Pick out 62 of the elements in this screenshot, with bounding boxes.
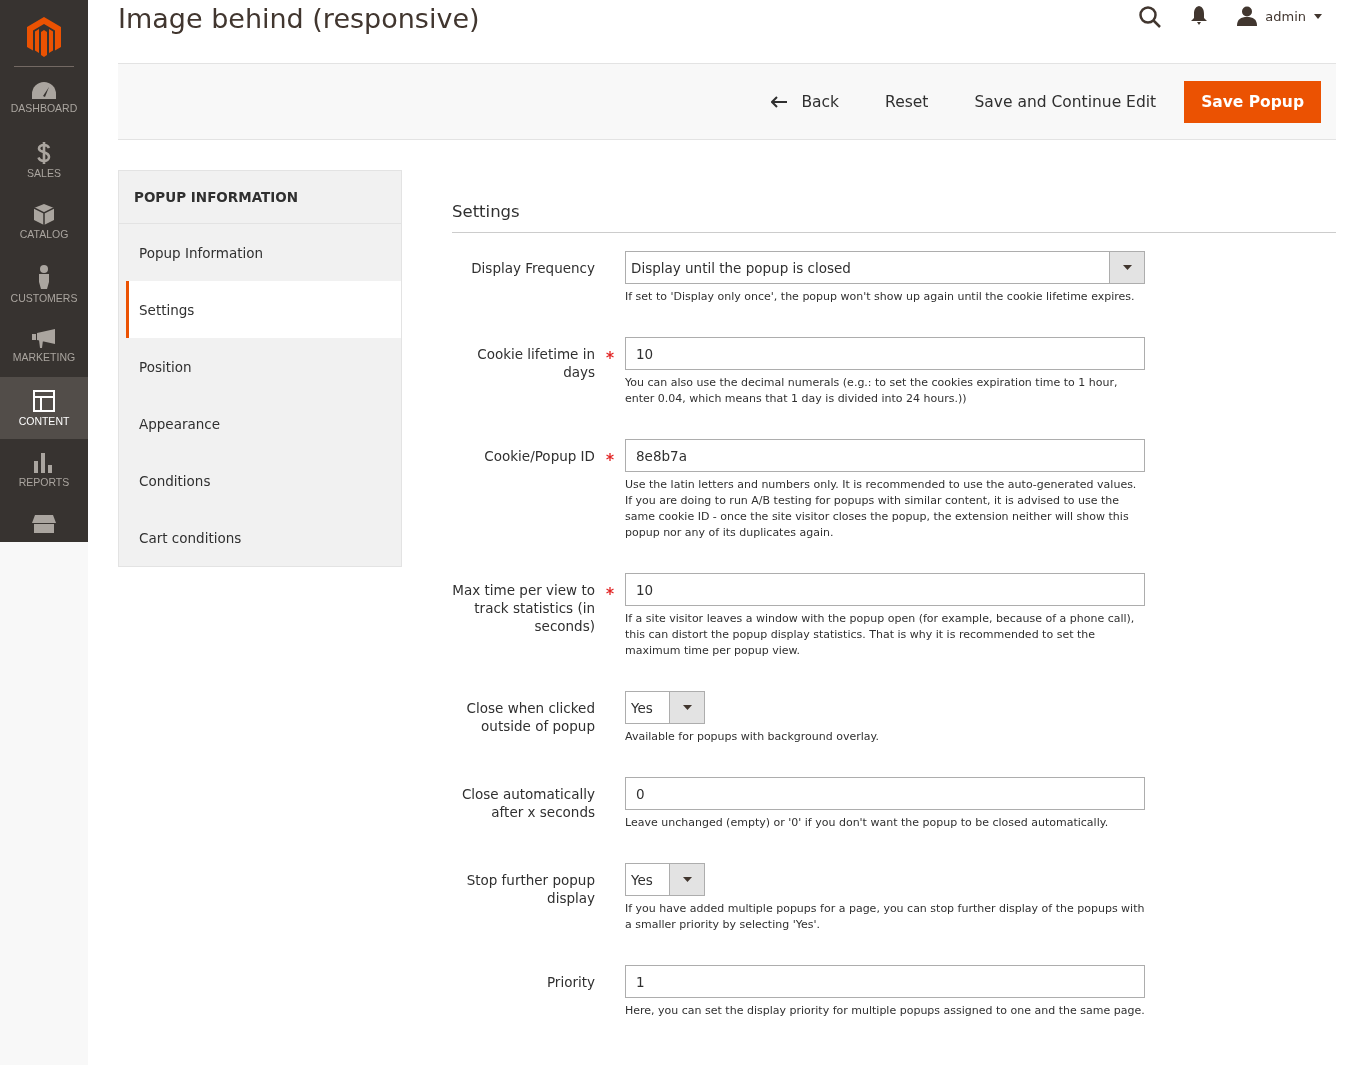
input-field[interactable]: 8e8b7a xyxy=(625,439,1145,472)
tab[interactable]: Conditions xyxy=(119,452,401,509)
save-button[interactable]: Save Popup xyxy=(1184,80,1321,123)
select-field[interactable]: Yes xyxy=(625,691,705,724)
input-field[interactable]: 1 xyxy=(625,965,1145,998)
field-note: Here, you can set the display priority for multiple popups assigned to one and the same page. xyxy=(625,1003,1145,1019)
field-note: You can also use the decimal numerals (e.g.: to set the cookies expiration time to 1 hour, enter 0.04, which means that 1 day is divided into 24 hours.)) xyxy=(625,375,1119,407)
bell-icon[interactable] xyxy=(1191,6,1208,25)
sidebar-menu-item[interactable]: DASHBOARD xyxy=(0,67,88,129)
select-field[interactable]: Display until the popup is closed xyxy=(625,251,1145,284)
logo-icon[interactable] xyxy=(27,17,61,57)
store-icon[interactable] xyxy=(32,515,56,533)
left-arrow-icon xyxy=(771,95,788,108)
page-title: Image behind (responsive) xyxy=(118,3,480,36)
action-button[interactable]: Reset xyxy=(863,82,951,121)
layout-icon xyxy=(33,389,55,412)
input-field[interactable]: 10 xyxy=(625,573,1145,606)
tab[interactable]: Position xyxy=(119,338,401,395)
user-icon xyxy=(1237,6,1258,26)
back-button[interactable]: Back xyxy=(749,82,862,121)
field-label: Cookie lifetime in days xyxy=(476,345,595,382)
field-label: Max time per view to track statistics (in seconds) xyxy=(452,581,595,636)
sidebar-menu-item[interactable]: CONTENT xyxy=(0,377,88,439)
field-note: If set to 'Display only once', the popup won't show up again until the cookie lifetime expires. xyxy=(625,289,1136,305)
field-note: If a site visitor leaves a window with the popup open (for example, because of a phone call), this can distort the popup display statistics. That is why it is recommended to set the maximum time per popup view. xyxy=(625,611,1136,659)
dollar-icon xyxy=(37,141,51,164)
input-field[interactable]: 10 xyxy=(625,337,1145,370)
user-menu[interactable]: admin xyxy=(1237,6,1322,26)
field-note: If you have added multiple popups for a page, you can stop further display of the popups with a smaller priority by selecting 'Yes'. xyxy=(625,901,1145,933)
action-button[interactable]: Save and Continue Edit xyxy=(952,82,1179,121)
field-label: Stop further popup display xyxy=(465,871,595,908)
field-label: Display Frequency xyxy=(470,259,595,278)
sidebar-menu-item[interactable]: CATALOG xyxy=(0,191,88,253)
sidebar-menu-item[interactable]: CUSTOMERS xyxy=(0,253,88,315)
caret-icon xyxy=(1314,13,1322,19)
tab[interactable]: Appearance xyxy=(119,395,401,452)
bar-chart-icon xyxy=(34,452,54,473)
field-label: Cookie/Popup ID xyxy=(483,447,595,466)
sidebar-menu-item[interactable]: SALES xyxy=(0,129,88,191)
box-icon xyxy=(34,204,54,225)
field-label: Close automatically after x seconds xyxy=(460,785,595,822)
caret-icon xyxy=(682,705,692,710)
gauge-icon xyxy=(32,82,56,99)
sidebar-menu-item[interactable]: REPORTS xyxy=(0,439,88,501)
megaphone-icon xyxy=(32,329,56,348)
person-icon xyxy=(38,264,50,289)
input-field[interactable]: 0 xyxy=(625,777,1145,810)
tab[interactable]: Popup Information xyxy=(119,224,401,281)
field-note: Use the latin letters and numbers only. It is recommended to use the auto-generated values. If you are doing to run A/B testing for popups with similar content, it is advised to use the same cookie ID - once the site visitor closes the popup, the extension neither will show this popup nor any of its duplicates again. xyxy=(625,477,1138,541)
field-label: Priority xyxy=(545,973,595,992)
sidebar-menu-item[interactable]: MARKETING xyxy=(0,315,88,377)
section-title: Settings xyxy=(452,202,1336,233)
field-label: Close when clicked outside of popup xyxy=(465,699,595,736)
tab[interactable]: Settings xyxy=(126,281,401,338)
caret-icon xyxy=(1122,265,1132,270)
field-note: Leave unchanged (empty) or '0' if you don't want the popup to be closed automatically. xyxy=(625,815,1110,831)
tab[interactable]: Cart conditions xyxy=(119,509,401,566)
select-field[interactable]: Yes xyxy=(625,863,705,896)
search-icon[interactable] xyxy=(1139,6,1162,28)
caret-icon xyxy=(682,877,692,882)
field-note: Available for popups with background overlay. xyxy=(625,729,880,745)
panel-title: POPUP INFORMATION xyxy=(119,171,401,224)
